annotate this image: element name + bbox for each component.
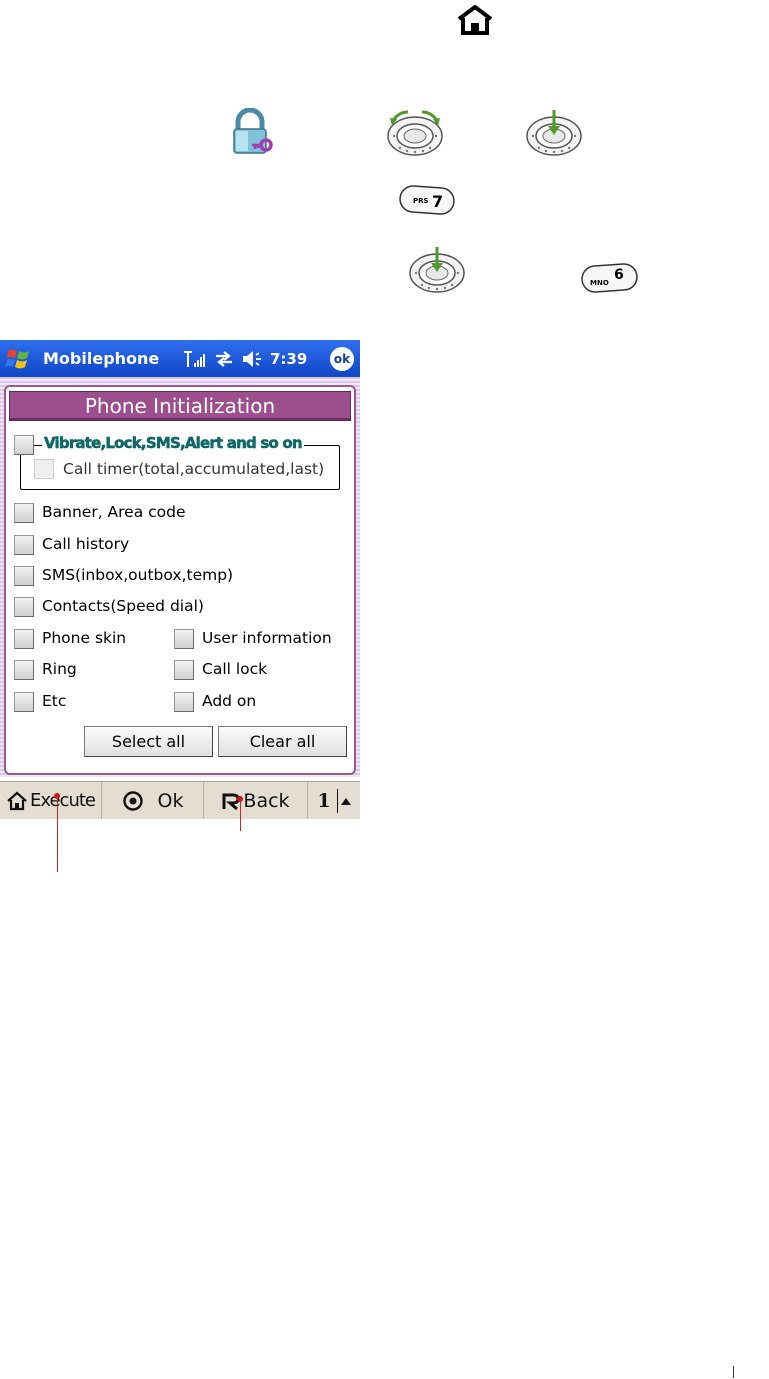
svg-text:6: 6 [614, 267, 624, 283]
content-area: Phone Initialization Vibrate,Lock,SMS,Al… [0, 377, 360, 777]
lock-key-icon [230, 108, 276, 156]
execute-callout-line [57, 796, 58, 872]
etc-checkbox[interactable] [14, 692, 34, 712]
execute-label: Execute [30, 790, 96, 811]
contacts-label[interactable]: Contacts(Speed dial) [42, 597, 204, 615]
page-indicator[interactable]: 1 [308, 782, 360, 819]
etc-label[interactable]: Etc [42, 692, 66, 710]
group-label[interactable]: Vibrate,Lock,SMS,Alert and so on [42, 434, 304, 452]
banner-area-code-label[interactable]: Banner, Area code [42, 503, 186, 521]
app-title: Mobilephone [43, 349, 160, 368]
scroll-up-icon[interactable] [336, 788, 351, 813]
phone-screenshot: Mobilephone 7:39 ok Phone Initialization [0, 340, 360, 822]
home-icon [7, 791, 27, 810]
ok-softkey[interactable]: Ok [102, 782, 204, 819]
call-history-label[interactable]: Call history [42, 535, 129, 553]
phone-initialization-dialog: Phone Initialization Vibrate,Lock,SMS,Al… [4, 385, 356, 775]
signal-icon [184, 350, 205, 367]
home-icon [455, 5, 495, 35]
clear-all-button[interactable]: Clear all [218, 726, 347, 757]
back-label: Back [243, 789, 290, 812]
ok-button[interactable]: ok [330, 347, 354, 371]
connectivity-icon[interactable] [214, 350, 234, 368]
call-lock-checkbox[interactable] [174, 660, 194, 680]
group-checkbox[interactable] [14, 435, 34, 455]
center-select-icon [122, 790, 143, 811]
ok-label: Ok [157, 789, 184, 812]
call-lock-label[interactable]: Call lock [202, 660, 267, 678]
key-6-mno-icon: MNO 6 [580, 262, 640, 294]
phone-skin-checkbox[interactable] [14, 629, 34, 649]
ring-label[interactable]: Ring [42, 660, 77, 678]
sms-label[interactable]: SMS(inbox,outbox,temp) [42, 566, 233, 584]
contacts-checkbox[interactable] [14, 597, 34, 617]
back-callout-line [240, 799, 241, 831]
svg-text:PRS: PRS [413, 197, 429, 205]
call-timer-checkbox[interactable] [34, 459, 54, 479]
call-timer-label[interactable]: Call timer(total,accumulated,last) [63, 460, 324, 478]
svg-text:MNO: MNO [590, 279, 609, 287]
svg-text:7: 7 [432, 192, 443, 211]
user-information-label[interactable]: User information [202, 629, 332, 647]
dialog-title: Phone Initialization [9, 391, 351, 421]
volume-icon[interactable] [241, 350, 263, 368]
navigation-rotate-icon [382, 106, 448, 158]
banner-area-code-checkbox[interactable] [14, 503, 34, 523]
add-on-label[interactable]: Add on [202, 692, 256, 710]
ring-checkbox[interactable] [14, 660, 34, 680]
execute-softkey[interactable]: Execute [0, 782, 102, 819]
start-button[interactable] [0, 340, 37, 377]
clock[interactable]: 7:39 [270, 350, 307, 368]
add-on-checkbox[interactable] [174, 692, 194, 712]
user-information-checkbox[interactable] [174, 629, 194, 649]
key-7-prs-icon: PRS 7 [398, 184, 456, 216]
back-softkey[interactable]: Back [204, 782, 308, 819]
page-divider-mark [733, 1366, 734, 1378]
windows-flag-icon [4, 349, 29, 368]
sms-checkbox[interactable] [14, 566, 34, 586]
status-area: 7:39 [183, 350, 307, 368]
navigation-press-icon-2 [404, 243, 470, 295]
call-history-checkbox[interactable] [14, 535, 34, 555]
navigation-press-icon [521, 106, 587, 158]
page-number: 1 [317, 789, 331, 812]
taskbar: Mobilephone 7:39 ok [0, 340, 360, 377]
softkey-menubar: Execute Ok Back 1 [0, 781, 360, 819]
select-all-button[interactable]: Select all [84, 726, 213, 757]
phone-skin-label[interactable]: Phone skin [42, 629, 126, 647]
